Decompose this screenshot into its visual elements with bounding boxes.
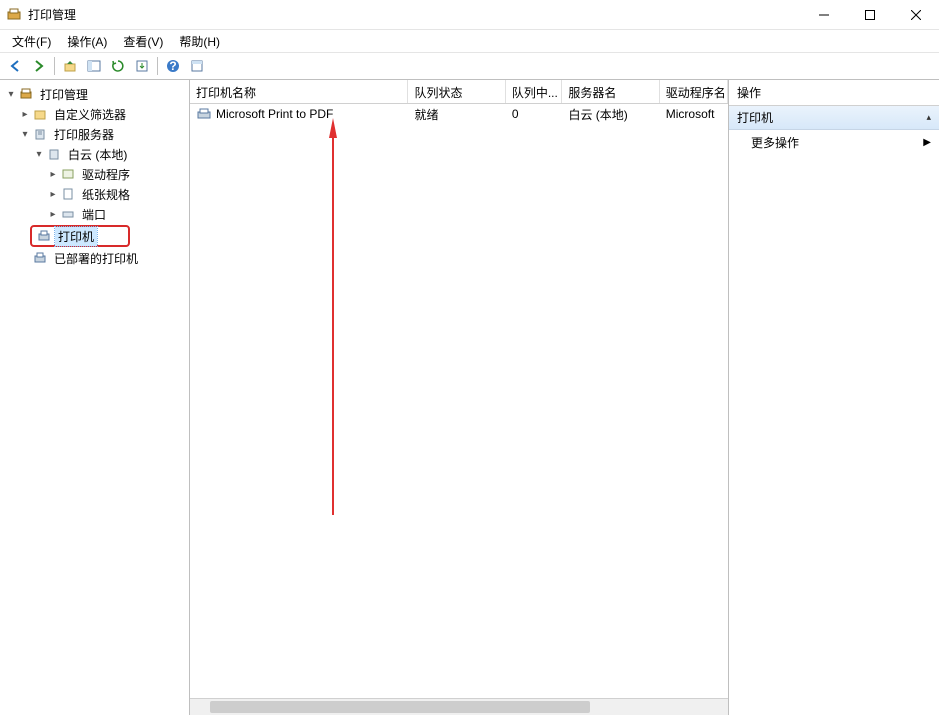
tree-root[interactable]: ▾ 打印管理 — [0, 84, 189, 104]
expand-icon[interactable]: ▸ — [46, 169, 60, 180]
expand-icon[interactable]: ▾ — [18, 129, 32, 140]
list-body: Microsoft Print to PDF 就绪 0 白云 (本地) Micr… — [190, 104, 728, 698]
up-button[interactable] — [59, 55, 81, 77]
list-pane: 打印机名称 队列状态 队列中... 服务器名 驱动程序名 Microsoft P… — [190, 80, 729, 715]
tree-label: 已部署的打印机 — [54, 250, 138, 267]
expand-icon[interactable]: ▸ — [18, 109, 32, 120]
refresh-button[interactable] — [107, 55, 129, 77]
column-queue-status[interactable]: 队列状态 — [408, 80, 505, 103]
close-button[interactable] — [893, 0, 939, 30]
menu-view[interactable]: 查看(V) — [115, 31, 171, 52]
svg-text:?: ? — [169, 59, 176, 73]
tree-label: 打印服务器 — [54, 126, 114, 143]
cell-name: Microsoft Print to PDF — [216, 107, 333, 121]
back-button[interactable] — [4, 55, 26, 77]
cell-server: 白云 (本地) — [562, 104, 659, 125]
expand-icon[interactable]: ▸ — [46, 189, 60, 200]
tree-print-servers[interactable]: ▾ 打印服务器 — [0, 124, 189, 144]
actions-more[interactable]: 更多操作 ▶ — [729, 130, 939, 155]
tree-ports[interactable]: ▸ 端口 — [0, 204, 189, 224]
expand-icon[interactable]: ▾ — [4, 89, 18, 100]
help-button[interactable]: ? — [162, 55, 184, 77]
printer-icon — [32, 250, 48, 266]
actions-more-label: 更多操作 — [751, 134, 799, 151]
tree-deployed-printers[interactable]: • 已部署的打印机 — [0, 248, 189, 268]
tree-label: 驱动程序 — [82, 166, 130, 183]
printer-icon — [36, 228, 52, 244]
tree-label: 端口 — [82, 206, 106, 223]
expand-icon[interactable]: ▸ — [46, 209, 60, 220]
collapse-icon: ▴ — [926, 112, 931, 123]
maximize-button[interactable] — [847, 0, 893, 30]
menu-action[interactable]: 操作(A) — [59, 31, 115, 52]
tree-label: 白云 (本地) — [68, 146, 127, 163]
submenu-arrow-icon: ▶ — [923, 137, 931, 148]
tree-label: 打印管理 — [40, 86, 88, 103]
actions-section-printers[interactable]: 打印机 ▴ — [729, 106, 939, 130]
window-title: 打印管理 — [28, 6, 801, 23]
server-icon — [46, 146, 62, 162]
port-icon — [60, 206, 76, 222]
properties-button[interactable] — [186, 55, 208, 77]
actions-section-label: 打印机 — [737, 109, 773, 126]
menu-file[interactable]: 文件(F) — [4, 31, 59, 52]
list-row[interactable]: Microsoft Print to PDF 就绪 0 白云 (本地) Micr… — [190, 104, 728, 124]
tree-drivers[interactable]: ▸ 驱动程序 — [0, 164, 189, 184]
column-jobs[interactable]: 队列中... — [506, 80, 563, 103]
filter-icon — [32, 106, 48, 122]
horizontal-scrollbar[interactable] — [190, 698, 728, 715]
printer-icon — [196, 107, 212, 121]
scrollbar-thumb[interactable] — [210, 701, 590, 713]
page-icon — [60, 186, 76, 202]
server-icon — [32, 126, 48, 142]
tree-label: 自定义筛选器 — [54, 106, 126, 123]
toolbar-separator — [157, 57, 158, 75]
export-list-button[interactable] — [131, 55, 153, 77]
column-server[interactable]: 服务器名 — [562, 80, 659, 103]
tree-label: 纸张规格 — [82, 186, 130, 203]
menu-bar: 文件(F) 操作(A) 查看(V) 帮助(H) — [0, 30, 939, 52]
column-printer-name[interactable]: 打印机名称 — [190, 80, 408, 103]
tree-printers[interactable]: 打印机 — [30, 225, 130, 247]
actions-pane: 操作 打印机 ▴ 更多操作 ▶ — [729, 80, 939, 715]
toolbar: ? — [0, 52, 939, 80]
expand-icon[interactable]: ▾ — [32, 149, 46, 160]
cell-driver: Microsoft — [660, 105, 728, 123]
actions-header: 操作 — [729, 80, 939, 106]
cell-queue: 就绪 — [409, 104, 506, 125]
title-bar: 打印管理 — [0, 0, 939, 30]
tree-custom-filters[interactable]: ▸ 自定义筛选器 — [0, 104, 189, 124]
print-management-icon — [18, 86, 34, 102]
list-header: 打印机名称 队列状态 队列中... 服务器名 驱动程序名 — [190, 80, 728, 104]
app-icon — [6, 7, 22, 23]
tree-local-server[interactable]: ▾ 白云 (本地) — [0, 144, 189, 164]
forward-button[interactable] — [28, 55, 50, 77]
tree-label: 打印机 — [58, 228, 94, 245]
show-hide-tree-button[interactable] — [83, 55, 105, 77]
tree-pane: ▾ 打印管理 ▸ 自定义筛选器 ▾ 打印服务器 ▾ 白云 (本地) ▸ 驱动程序… — [0, 80, 190, 715]
menu-help[interactable]: 帮助(H) — [171, 31, 228, 52]
body: ▾ 打印管理 ▸ 自定义筛选器 ▾ 打印服务器 ▾ 白云 (本地) ▸ 驱动程序… — [0, 80, 939, 715]
driver-icon — [60, 166, 76, 182]
column-driver[interactable]: 驱动程序名 — [660, 80, 728, 103]
annotation-arrow — [325, 120, 345, 520]
cell-jobs: 0 — [506, 105, 563, 123]
toolbar-separator — [54, 57, 55, 75]
minimize-button[interactable] — [801, 0, 847, 30]
tree-forms[interactable]: ▸ 纸张规格 — [0, 184, 189, 204]
